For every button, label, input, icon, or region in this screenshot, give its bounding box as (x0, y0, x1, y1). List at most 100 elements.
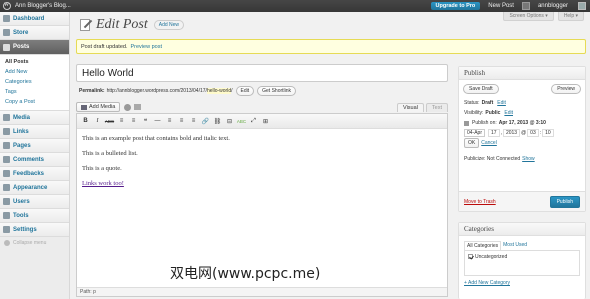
notifications-icon[interactable] (521, 2, 530, 10)
editor-content[interactable]: This is an example post that contains bo… (77, 129, 447, 201)
horizontal-line-button[interactable]: — (152, 116, 163, 127)
upgrade-button[interactable]: Upgrade to Pro (430, 2, 481, 10)
submenu-add-new[interactable]: Add New (0, 67, 69, 77)
submenu-all-posts[interactable]: All Posts (0, 57, 69, 67)
collapse-arrow-icon (4, 240, 10, 246)
appearance-icon (3, 184, 10, 191)
update-notice: Post draft updated. Preview post (76, 39, 586, 54)
content-paragraph: This is a quote. (82, 165, 122, 172)
italic-button[interactable]: I (92, 116, 103, 127)
permalink-end: / (231, 88, 233, 94)
admin-sidebar: Dashboard Store Posts All Posts Add New … (0, 12, 70, 299)
submenu-categories[interactable]: Categories (0, 77, 69, 87)
screen-options-tab[interactable]: Screen Options ▾ (503, 12, 554, 21)
category-checkbox[interactable] (468, 254, 473, 259)
visibility-row: Visibility: Public Edit (464, 110, 513, 116)
publish-button[interactable]: Publish (549, 195, 580, 208)
content-paragraph: This is a bulleted list. (82, 150, 138, 157)
sidebar-item-settings[interactable]: Settings (0, 223, 69, 237)
kitchen-sink-button[interactable]: ⊞ (260, 116, 271, 127)
get-shortlink-button[interactable]: Get Shortlink (257, 86, 297, 96)
cancel-link[interactable]: Cancel (481, 140, 497, 146)
help-tab[interactable]: Help ▾ (557, 12, 584, 21)
bold-button[interactable]: B (80, 116, 91, 127)
tab-most-used[interactable]: Most Used (501, 241, 529, 250)
move-to-trash-link[interactable]: Move to Trash (464, 199, 496, 205)
sidebar-item-tools[interactable]: Tools (0, 209, 69, 223)
site-name-link[interactable]: Ann Blogger's Blog... (15, 3, 71, 9)
content-link[interactable]: Links work too! (82, 180, 124, 187)
preview-post-link[interactable]: Preview post (130, 44, 162, 50)
add-media-button[interactable]: Add Media (76, 102, 121, 112)
edit-post-icon (78, 18, 93, 32)
blockquote-button[interactable]: ❝ (140, 116, 151, 127)
submenu-copy-post[interactable]: Copy a Post (0, 97, 69, 107)
edit-permalink-button[interactable]: Edit (235, 86, 255, 96)
numbered-list-button[interactable]: ≡ (128, 116, 139, 127)
camera-icon (81, 104, 87, 110)
notice-text: Post draft updated. (81, 43, 128, 50)
permalink-slug[interactable]: hello-world (206, 88, 232, 94)
ok-button[interactable]: OK (464, 138, 480, 148)
username-link[interactable]: annblogger (538, 3, 568, 9)
form-icon[interactable] (134, 104, 142, 110)
sidebar-item-pages[interactable]: Pages (0, 139, 69, 153)
sidebar-item-comments[interactable]: Comments (0, 153, 69, 167)
editor-toolbar: B I ABC ≡ ≡ ❝ — ≡ ≡ ≡ 🔗 ⛓ ⊟ ABC ⤢ ⊞ (77, 114, 447, 129)
sidebar-item-media[interactable]: Media (0, 111, 69, 125)
tab-visual[interactable]: Visual (397, 102, 424, 112)
poll-icon[interactable] (124, 103, 132, 111)
spellcheck-button[interactable]: ABC (236, 116, 247, 127)
edit-status-link[interactable]: Edit (497, 100, 506, 106)
dashboard-icon (3, 15, 10, 22)
sidebar-item-store[interactable]: Store (0, 26, 69, 40)
new-post-link[interactable]: New Post (488, 3, 514, 9)
preview-button[interactable]: Preview (551, 84, 581, 94)
strikethrough-button[interactable]: ABC (104, 116, 115, 127)
sidebar-item-links[interactable]: Links (0, 125, 69, 139)
avatar[interactable] (578, 2, 586, 10)
links-icon (3, 128, 10, 135)
sidebar-item-posts[interactable]: Posts (0, 40, 69, 55)
save-draft-button[interactable]: Save Draft (463, 84, 499, 94)
wordpress-logo-icon[interactable]: W (0, 0, 13, 12)
month-select[interactable]: 04-Apr (464, 129, 486, 137)
hour-input[interactable]: 03 (527, 129, 539, 137)
year-input[interactable]: 2013 (502, 129, 521, 137)
sidebar-item-feedbacks[interactable]: Feedbacks (0, 167, 69, 181)
minute-input[interactable]: 10 (542, 129, 554, 137)
status-row: Status: Draft Edit (464, 100, 506, 106)
fullscreen-button[interactable]: ⤢ (248, 116, 259, 127)
tab-all-categories[interactable]: All Categories (464, 241, 502, 250)
insert-more-button[interactable]: ⊟ (224, 116, 235, 127)
day-input[interactable]: 17 (488, 129, 500, 137)
pin-icon (3, 43, 10, 51)
align-right-button[interactable]: ≡ (188, 116, 199, 127)
calendar-icon (464, 120, 469, 126)
align-left-button[interactable]: ≡ (164, 116, 175, 127)
sidebar-item-appearance[interactable]: Appearance (0, 181, 69, 195)
add-new-category-link[interactable]: + Add New Category (459, 276, 585, 290)
edit-visibility-link[interactable]: Edit (504, 110, 513, 116)
permalink-row: Permalink: http://annblogger.wordpress.c… (79, 86, 297, 96)
sidebar-item-dashboard[interactable]: Dashboard (0, 12, 69, 26)
category-list: Uncategorized (464, 250, 580, 276)
post-title-input[interactable]: Hello World (76, 64, 448, 82)
add-new-button[interactable]: Add New (153, 20, 185, 30)
settings-icon (3, 226, 10, 233)
align-center-button[interactable]: ≡ (176, 116, 187, 127)
show-publicize-link[interactable]: Show (522, 156, 535, 162)
bullet-list-button[interactable]: ≡ (116, 116, 127, 127)
insert-link-button[interactable]: 🔗 (200, 116, 211, 127)
admin-bar: W Ann Blogger's Blog... Upgrade to Pro N… (0, 0, 590, 12)
content-paragraph: This is an example post that contains bo… (82, 135, 230, 142)
collapse-menu-button[interactable]: Collapse menu (0, 237, 69, 249)
permalink-label: Permalink: (79, 88, 105, 94)
page-header: Edit Post Add New (78, 17, 185, 33)
media-icon (3, 114, 10, 121)
unlink-button[interactable]: ⛓ (212, 116, 223, 127)
publish-actions: Move to Trash Publish (459, 191, 585, 211)
tab-text[interactable]: Text (425, 102, 448, 112)
submenu-tags[interactable]: Tags (0, 87, 69, 97)
sidebar-item-users[interactable]: Users (0, 195, 69, 209)
